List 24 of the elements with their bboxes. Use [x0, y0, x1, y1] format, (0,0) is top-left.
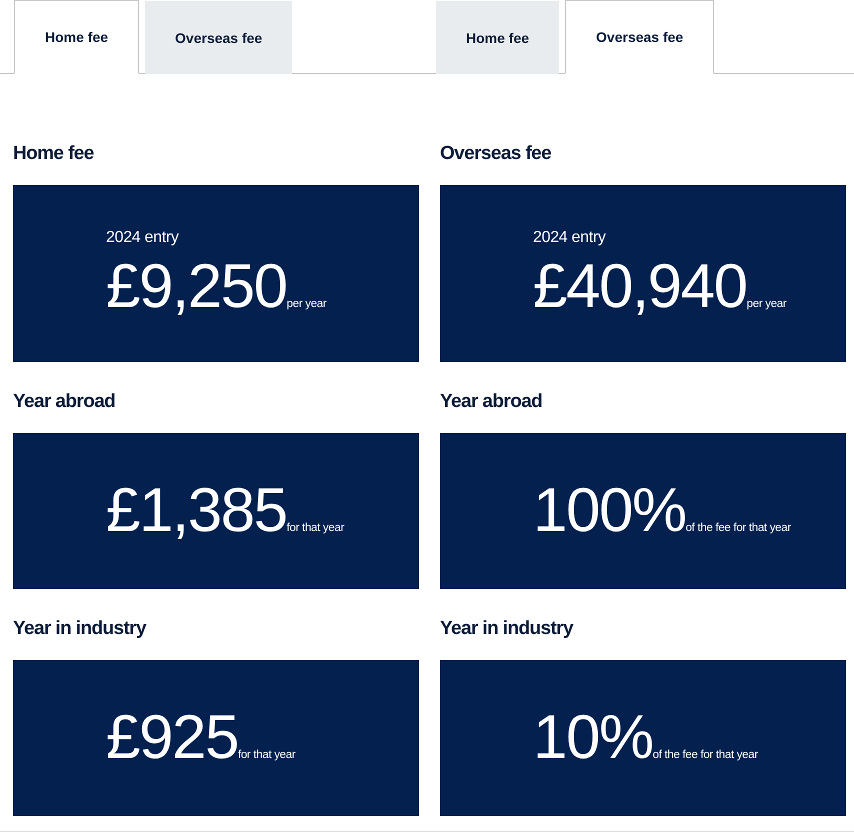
fee-amount: £1,385: [106, 478, 287, 544]
fee-unit: of the fee for that year: [652, 749, 758, 761]
fee-unit: of the fee for that year: [686, 522, 791, 534]
tab[interactable]: Home fee: [436, 1, 560, 74]
section-heading: Year abroad: [13, 390, 116, 414]
tab[interactable]: Home fee: [14, 0, 140, 74]
entry-label: 2024 entry: [106, 228, 179, 248]
section-heading: Year in industry: [440, 617, 573, 641]
section-heading: Year in industry: [13, 617, 146, 641]
fee-amount: £9,250: [106, 254, 287, 320]
fee-amount: £925: [106, 705, 238, 771]
section-heading: Year abroad: [440, 390, 542, 414]
fee-amount: £40,940: [533, 254, 747, 320]
fee-unit: for that year: [238, 749, 296, 761]
fee-unit: per year: [286, 298, 326, 310]
entry-label: 2024 entry: [533, 228, 606, 248]
fee-unit: for that year: [286, 522, 344, 534]
fee-unit: per year: [746, 298, 786, 310]
section-heading: Home fee: [13, 142, 94, 166]
fee-amount: 100%: [533, 478, 686, 544]
fee-amount: 10%: [533, 705, 653, 771]
section-heading: Overseas fee: [440, 142, 552, 166]
tab[interactable]: Overseas fee: [565, 0, 714, 74]
tab[interactable]: Overseas fee: [145, 1, 292, 74]
